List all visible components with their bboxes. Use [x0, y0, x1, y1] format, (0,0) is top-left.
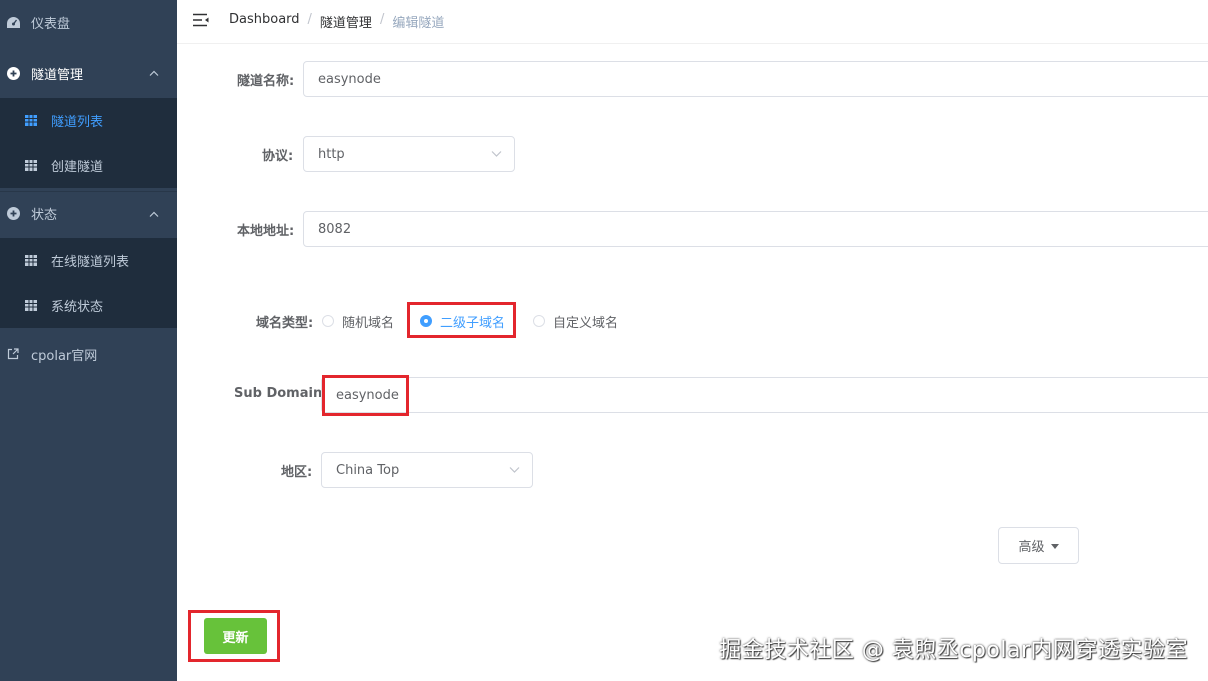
- external-link-icon: [6, 348, 19, 361]
- chevron-down-icon: [491, 147, 502, 162]
- menu-fold-icon[interactable]: [193, 13, 209, 27]
- sidebar-item-label: cpolar官网: [31, 348, 98, 364]
- protocol-label: 协议:: [262, 149, 294, 164]
- highlight-box-subdomain-radio: [407, 302, 516, 338]
- radio-circle[interactable]: [533, 315, 546, 327]
- tunnel-name-value: easynode: [318, 71, 381, 87]
- sidebar-item-label: 状态: [31, 208, 58, 223]
- sidebar-item-online-tunnels[interactable]: 在线隧道列表: [0, 238, 177, 283]
- advanced-button[interactable]: 高级: [998, 527, 1079, 564]
- sidebar-item-status[interactable]: 状态: [0, 191, 177, 235]
- radio-label: 自定义域名: [553, 315, 619, 331]
- breadcrumb-dashboard[interactable]: Dashboard: [229, 12, 300, 31]
- radio-circle[interactable]: [322, 315, 334, 327]
- sidebar-item-label: 系统状态: [51, 300, 104, 315]
- breadcrumb-edit-tunnel: 编辑隧道: [392, 16, 445, 31]
- grid-icon: [24, 299, 37, 312]
- sidebar-item-dashboard[interactable]: 仪表盘: [0, 0, 177, 44]
- breadcrumb: Dashboard / 隧道管理 / 编辑隧道: [229, 12, 444, 31]
- tunnel-name-input[interactable]: easynode: [303, 61, 1208, 97]
- advanced-button-label: 高级: [1018, 540, 1045, 555]
- grid-icon: [24, 254, 37, 267]
- plus-circle-icon: [7, 66, 20, 80]
- grid-icon: [24, 114, 37, 127]
- watermark-text: 掘金技术社区 @ 袁煦丞cpolar内网穿透实验室: [719, 638, 1188, 663]
- radio-custom-domain[interactable]: 自定义域名: [533, 312, 618, 331]
- dashboard-icon: [7, 16, 20, 29]
- radio-random-domain[interactable]: 随机域名: [322, 312, 394, 331]
- breadcrumb-tunnel-management[interactable]: 隧道管理: [320, 12, 372, 31]
- highlight-box-update-button: [188, 610, 280, 662]
- sidebar-item-label: 隧道管理: [31, 67, 84, 83]
- region-value: China Top: [336, 462, 400, 478]
- subdomain-input[interactable]: easynode: [321, 377, 1208, 413]
- tunnel-name-label: 隧道名称:: [237, 74, 295, 89]
- sidebar-item-cpolar-site[interactable]: cpolar官网: [0, 332, 177, 376]
- top-navbar: Dashboard / 隧道管理 / 编辑隧道: [177, 0, 1208, 44]
- protocol-value: http: [318, 146, 345, 162]
- sidebar: 仪表盘 隧道管理 隧道列表 创建隧道 状态 在线隧道列表 系统状态 cpolar…: [0, 0, 177, 681]
- breadcrumb-separator: /: [307, 12, 312, 27]
- protocol-select[interactable]: http: [303, 136, 515, 172]
- chevron-up-icon: [149, 206, 159, 221]
- sidebar-item-label: 隧道列表: [51, 115, 104, 130]
- radio-label: 随机域名: [342, 315, 395, 331]
- subdomain-label: Sub Domain:: [234, 386, 328, 401]
- sidebar-item-label: 创建隧道: [51, 160, 104, 175]
- caret-down-icon: [1050, 538, 1059, 553]
- local-address-label: 本地地址:: [237, 224, 295, 239]
- sidebar-item-tunnel-management[interactable]: 隧道管理: [0, 51, 177, 95]
- domain-type-label: 域名类型:: [256, 316, 314, 331]
- region-select[interactable]: China Top: [321, 452, 533, 488]
- local-address-input[interactable]: 8082: [303, 211, 1208, 247]
- sidebar-item-tunnel-list[interactable]: 隧道列表: [0, 98, 177, 143]
- region-label: 地区:: [281, 465, 313, 480]
- sidebar-item-create-tunnel[interactable]: 创建隧道: [0, 143, 177, 188]
- chevron-up-icon: [149, 66, 159, 81]
- highlight-box-subdomain-input: [322, 375, 409, 416]
- local-address-value: 8082: [318, 221, 352, 237]
- chevron-down-icon: [509, 463, 520, 478]
- sidebar-item-label: 仪表盘: [31, 16, 71, 32]
- sidebar-item-label: 在线隧道列表: [51, 255, 130, 270]
- sidebar-item-system-status[interactable]: 系统状态: [0, 283, 177, 328]
- grid-icon: [24, 159, 37, 172]
- plus-circle-icon: [7, 207, 20, 220]
- breadcrumb-separator: /: [379, 12, 385, 27]
